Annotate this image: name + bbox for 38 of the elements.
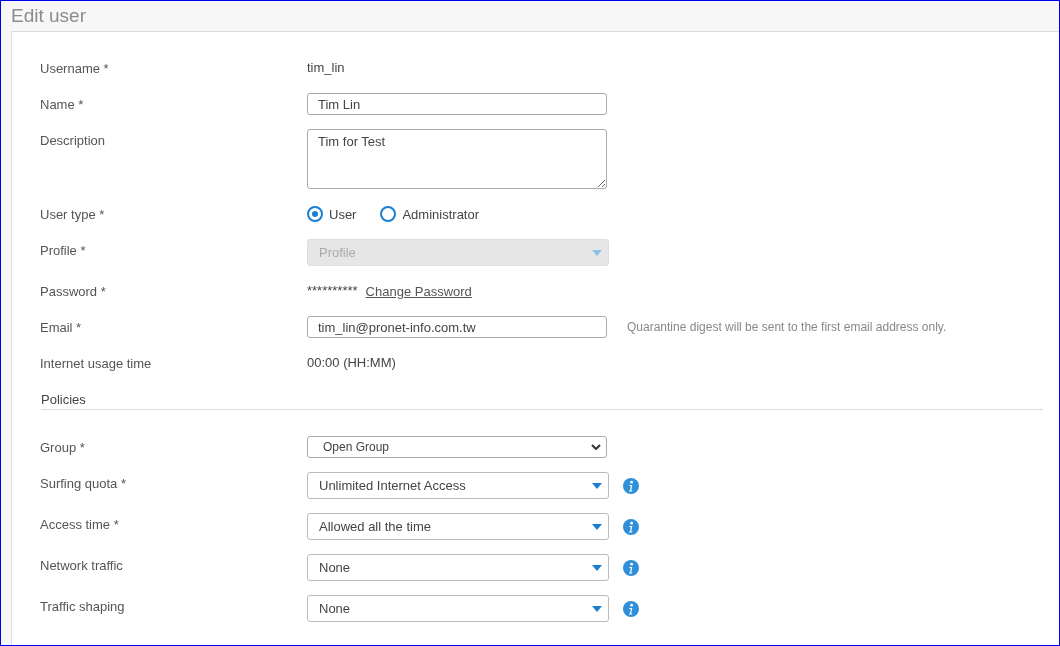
field-label: Network traffic bbox=[40, 557, 124, 573]
caret-icon bbox=[592, 523, 602, 530]
field-label: Description bbox=[40, 132, 107, 148]
field-label: Surfing quota * bbox=[40, 475, 127, 491]
field-label: Profile * bbox=[40, 242, 87, 258]
chevron-icon bbox=[591, 444, 601, 450]
text-area[interactable]: Tim for Test bbox=[307, 129, 607, 189]
field-label: Name * bbox=[40, 96, 85, 112]
radio-label[interactable]: User bbox=[329, 206, 357, 222]
radio-button[interactable] bbox=[307, 206, 323, 222]
field-label: Access time * bbox=[40, 516, 120, 532]
field-label: User type * bbox=[40, 206, 106, 222]
input-field[interactable]: Tim Lin bbox=[307, 93, 607, 115]
dropdown[interactable]: None bbox=[307, 554, 609, 581]
caret-icon bbox=[592, 605, 602, 612]
page-title: Edit user bbox=[11, 5, 86, 27]
field-label: Group * bbox=[40, 439, 86, 455]
dropdown[interactable]: Open Group bbox=[307, 436, 607, 458]
radio-label[interactable]: Administrator bbox=[402, 206, 480, 222]
field-label: Email * bbox=[40, 319, 83, 335]
password-mask: ********** bbox=[307, 282, 358, 300]
field-label: Password * bbox=[40, 283, 107, 299]
input-field[interactable]: tim_lin@pronet-info.com.tw bbox=[307, 316, 607, 338]
dropdown[interactable]: Unlimited Internet Access bbox=[307, 472, 609, 499]
field-value: 00:00 (HH:MM) bbox=[307, 354, 396, 372]
dropdown[interactable]: Allowed all the time bbox=[307, 513, 609, 540]
section-title: Policies bbox=[41, 392, 86, 407]
caret-icon bbox=[592, 249, 602, 256]
caret-icon bbox=[592, 564, 602, 571]
field-value: tim_lin bbox=[307, 59, 345, 77]
dropdown[interactable]: None bbox=[307, 595, 609, 622]
field-label: Username * bbox=[40, 60, 110, 76]
field-label: Internet usage time bbox=[40, 355, 153, 371]
radio-button[interactable] bbox=[380, 206, 397, 222]
hint-text: Quarantine digest will be sent to the first email address only. bbox=[627, 320, 947, 334]
change-password-link[interactable]: Change Password bbox=[365, 283, 472, 299]
field-label: Traffic shaping bbox=[40, 598, 126, 614]
caret-icon bbox=[592, 482, 602, 489]
